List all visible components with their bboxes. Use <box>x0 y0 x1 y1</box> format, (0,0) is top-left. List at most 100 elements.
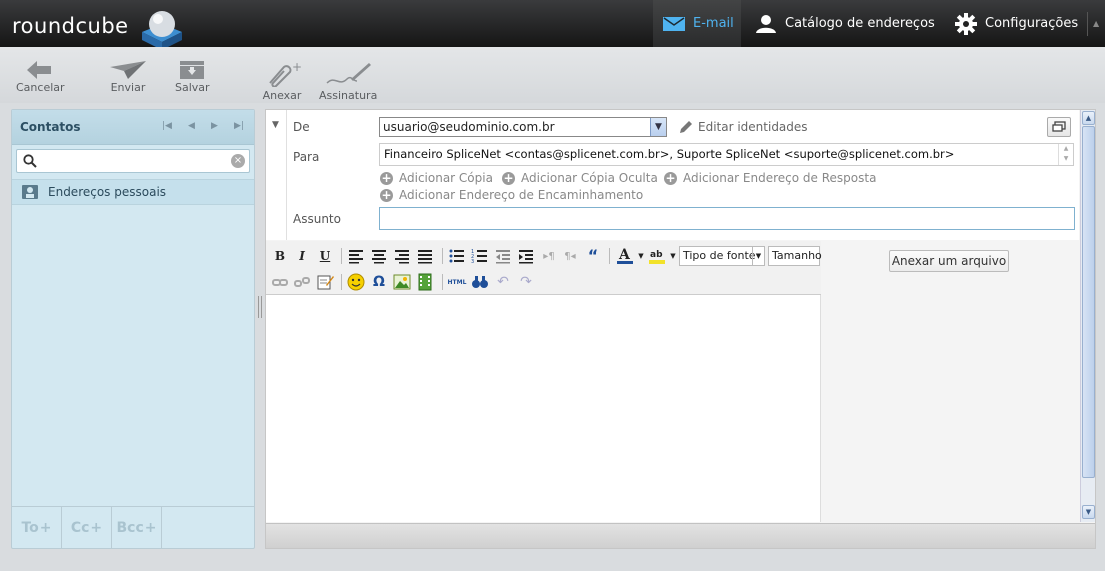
attach-button[interactable]: + Anexar <box>262 61 302 102</box>
pen-signature-icon <box>326 63 372 84</box>
to-label: Para <box>293 150 320 164</box>
compose-scrollbar[interactable]: ▲ ▼ <box>1080 110 1095 522</box>
blockquote-icon[interactable]: “ <box>584 246 602 265</box>
contacts-title: Contatos <box>20 120 81 134</box>
edit-identities-label: Editar identidades <box>698 120 808 134</box>
font-family-select[interactable]: Tipo de fonte ▼ <box>679 246 765 266</box>
chevron-down-icon[interactable]: ▼ <box>650 118 666 136</box>
rtl-icon[interactable]: ¶◂ <box>561 247 579 265</box>
open-in-window-button[interactable] <box>1047 117 1071 137</box>
attachments-panel: Anexar um arquivo <box>822 241 1079 522</box>
prev-page-icon[interactable]: ◀ <box>188 121 195 131</box>
subject-input[interactable] <box>379 207 1075 230</box>
last-page-icon[interactable]: ▶| <box>234 121 244 131</box>
scroll-down-icon[interactable]: ▼ <box>1082 505 1095 519</box>
unlink-icon[interactable] <box>293 273 311 291</box>
link-icon[interactable] <box>271 273 289 291</box>
save-label: Salvar <box>175 81 210 94</box>
add-cc-link[interactable]: + Adicionar Cópia <box>380 171 493 185</box>
send-button[interactable]: Enviar <box>110 61 146 94</box>
panel-splitter[interactable] <box>258 296 262 318</box>
image-icon[interactable] <box>393 273 411 291</box>
contacts-search-input[interactable]: × <box>16 149 250 173</box>
save-button[interactable]: Salvar <box>175 61 210 94</box>
bullet-list-icon[interactable] <box>448 247 466 265</box>
align-justify-icon[interactable] <box>416 247 434 265</box>
scroll-thumb[interactable] <box>1082 126 1095 478</box>
attach-file-button[interactable]: Anexar um arquivo <box>889 250 1009 272</box>
to-field-scrollbar[interactable]: ▲ ▼ <box>1058 144 1073 165</box>
numbered-list-icon[interactable]: 123 <box>471 247 489 265</box>
first-page-icon[interactable]: |◀ <box>162 121 172 131</box>
bold-button[interactable]: B <box>271 247 289 265</box>
find-replace-icon[interactable] <box>471 273 489 291</box>
nav-settings-label: Configurações <box>985 16 1079 31</box>
add-cc-link-label: Adicionar Cópia <box>399 171 493 185</box>
nav-mail[interactable]: E-mail <box>653 0 741 47</box>
to-value: Financeiro SpliceNet <contas@splicenet.c… <box>384 147 955 161</box>
signature-label: Assinatura <box>319 89 378 102</box>
compose-toolbar: Cancelar Enviar Salvar + Anexar Assinatu… <box>0 47 1105 103</box>
special-char-icon[interactable]: Ω <box>370 273 388 291</box>
add-replyto-link[interactable]: + Adicionar Endereço de Resposta <box>664 171 876 185</box>
nav-mail-label: E-mail <box>693 16 734 31</box>
addressbook-item-label: Endereços pessoais <box>48 185 167 199</box>
pencil-icon <box>680 121 692 133</box>
plus-icon: + <box>664 170 677 185</box>
svg-text:A: A <box>618 247 631 263</box>
nav-addressbook[interactable]: Catálogo de endereços <box>755 0 935 47</box>
compose-area: ▼ De usuario@seudominio.com.br ▼ Editar … <box>265 109 1096 549</box>
add-bcc-link-label: Adicionar Cópia Oculta <box>521 171 658 185</box>
save-box-icon <box>180 61 205 79</box>
font-family-value: Tipo de fonte <box>683 249 756 262</box>
new-window-icon <box>1052 121 1066 132</box>
attach-label: Anexar <box>262 89 302 102</box>
italic-button[interactable]: I <box>293 247 311 265</box>
emoticon-icon[interactable] <box>347 273 365 291</box>
html-source-icon[interactable]: HTML <box>447 273 467 291</box>
plus-icon: + <box>380 170 393 185</box>
align-center-icon[interactable] <box>370 247 388 265</box>
chevron-down-icon: ▼ <box>752 247 764 265</box>
addressbook-item-personal[interactable]: Endereços pessoais <box>12 179 254 205</box>
send-label: Enviar <box>110 81 146 94</box>
align-left-icon[interactable] <box>347 247 365 265</box>
align-right-icon[interactable] <box>393 247 411 265</box>
indent-icon[interactable] <box>517 247 535 265</box>
svg-text:3: 3 <box>471 259 474 265</box>
toolbar-divider <box>341 248 342 264</box>
add-followupto-link[interactable]: + Adicionar Endereço de Encaminhamento <box>380 188 643 202</box>
outdent-icon[interactable] <box>494 247 512 265</box>
font-size-select[interactable]: Tamanho <box>768 246 822 266</box>
edit-source-icon[interactable] <box>316 273 334 291</box>
undo-icon[interactable]: ↶ <box>494 273 512 291</box>
message-editor[interactable]: B I U 123 ▸¶ ¶◂ “ A ▼ ab ▼ Tipo de fonte… <box>266 241 822 522</box>
clear-search-icon[interactable]: × <box>231 154 245 168</box>
nav-settings[interactable]: Configurações <box>955 0 1078 47</box>
plus-icon: + <box>502 170 515 185</box>
toolbar-divider <box>442 248 443 264</box>
add-to-button[interactable]: To + <box>12 507 62 549</box>
ltr-icon[interactable]: ▸¶ <box>540 247 558 265</box>
scroll-up-icon[interactable]: ▲ <box>1082 111 1095 125</box>
add-followupto-link-label: Adicionar Endereço de Encaminhamento <box>399 188 644 202</box>
contacts-footer: To + Cc + Bcc + <box>12 506 254 549</box>
cancel-button[interactable]: Cancelar <box>16 61 65 94</box>
signature-button[interactable]: Assinatura <box>319 61 377 102</box>
svg-text:+: + <box>292 61 302 74</box>
nav-collapse-icon[interactable]: ▲ <box>1093 19 1099 28</box>
redo-icon[interactable]: ↷ <box>517 273 535 291</box>
nav-addressbook-label: Catálogo de endereços <box>785 16 935 31</box>
toolbar-divider <box>442 274 443 290</box>
add-bcc-link[interactable]: + Adicionar Cópia Oculta <box>502 171 658 185</box>
media-icon[interactable] <box>416 273 434 291</box>
person-icon <box>755 14 777 34</box>
collapse-headers-icon[interactable]: ▼ <box>272 120 279 130</box>
underline-button[interactable]: U <box>316 247 334 265</box>
add-bcc-button[interactable]: Bcc + <box>112 507 162 549</box>
from-select[interactable]: usuario@seudominio.com.br ▼ <box>379 117 667 137</box>
next-page-icon[interactable]: ▶ <box>211 121 218 131</box>
to-field[interactable]: Financeiro SpliceNet <contas@splicenet.c… <box>379 143 1074 166</box>
edit-identities-link[interactable]: Editar identidades <box>679 120 808 134</box>
add-cc-button[interactable]: Cc + <box>62 507 112 549</box>
